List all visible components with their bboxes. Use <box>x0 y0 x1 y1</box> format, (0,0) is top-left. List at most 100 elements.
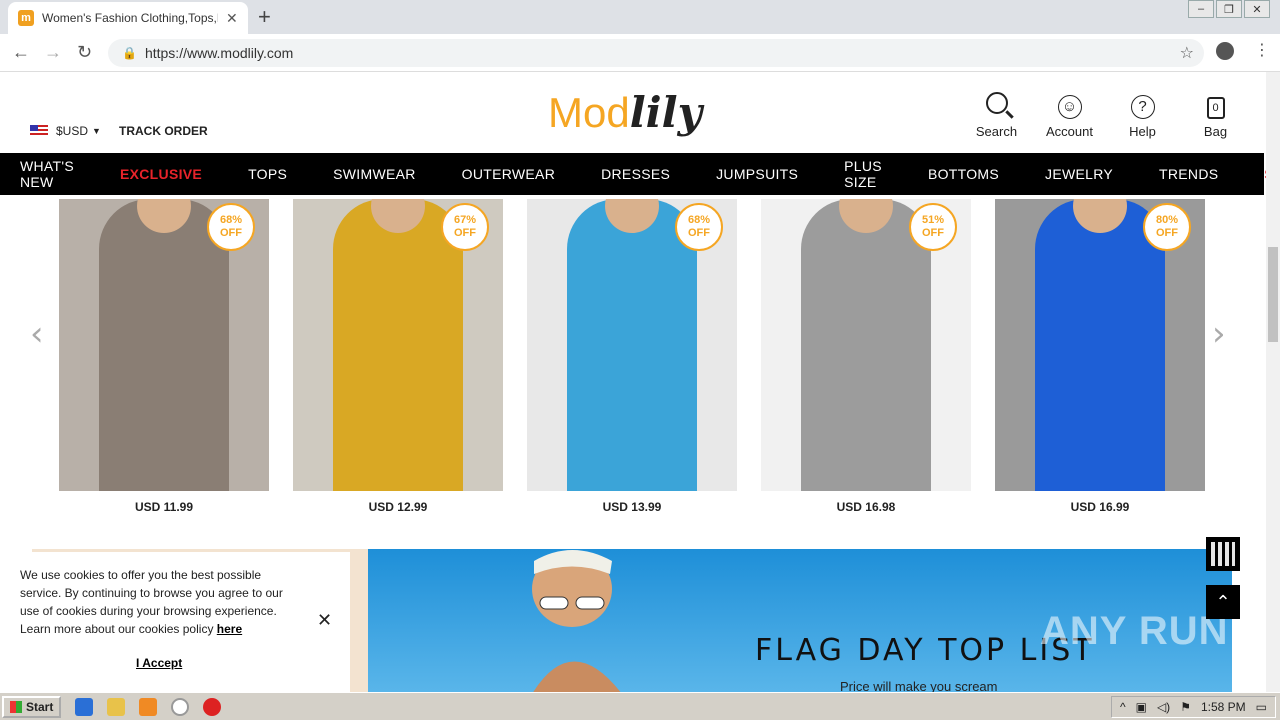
cookie-accept-button[interactable]: I Accept <box>136 656 182 670</box>
currency-selector[interactable]: $USD ▼ <box>30 124 101 138</box>
product-image[interactable]: 68% OFF <box>59 199 269 491</box>
help-icon: ? <box>1130 94 1155 119</box>
discount-percent: 67% <box>453 214 477 226</box>
window-controls: – ❐ ✕ <box>1186 0 1270 18</box>
logo-lily: lily <box>629 88 702 137</box>
browser-menu-icon[interactable]: ⋮ <box>1254 40 1270 60</box>
bag-label: Bag <box>1203 124 1228 139</box>
currency-label: $USD <box>56 124 89 138</box>
caret-down-icon: ▼ <box>92 126 101 136</box>
nav-sale[interactable]: SALE <box>1248 166 1266 182</box>
bag-icon: 0 <box>1206 97 1225 119</box>
nav-jewelry[interactable]: JEWELRY <box>1029 166 1113 182</box>
show-desktop-icon[interactable]: ▭ <box>1256 700 1267 714</box>
minimize-button[interactable]: – <box>1188 0 1214 18</box>
account-button[interactable]: ☺ Account <box>1033 90 1106 139</box>
site-favicon-icon: m <box>18 10 34 26</box>
reload-icon[interactable]: ↻ <box>77 42 92 63</box>
restore-button[interactable]: ❐ <box>1216 0 1242 18</box>
nav-plus-size[interactable]: PLUS SIZE <box>828 158 882 190</box>
header-actions: Search ☺ Account ? Help 0 Bag <box>960 90 1252 139</box>
discount-off: OFF <box>220 227 242 239</box>
flag-tray-icon[interactable]: ⚑ <box>1180 700 1191 714</box>
nav-dresses[interactable]: DRESSES <box>585 166 670 182</box>
product-card[interactable]: 68% OFF USD 13.99 <box>527 199 737 514</box>
modlily-logo[interactable]: Modlily <box>548 88 702 137</box>
product-card[interactable]: 80% OFF USD 16.99 <box>995 199 1205 514</box>
nav-outerwear[interactable]: OUTERWEAR <box>446 166 555 182</box>
search-icon <box>985 92 1008 114</box>
back-to-top-icon[interactable]: ⌃ <box>1206 585 1240 619</box>
media-player-icon[interactable] <box>139 697 158 716</box>
ie-icon[interactable] <box>75 697 94 716</box>
tab-close-icon[interactable]: ✕ <box>226 10 238 27</box>
forward-arrow-icon[interactable]: → <box>44 42 62 63</box>
page-scrollbar[interactable] <box>1266 72 1280 692</box>
account-label: Account <box>1046 124 1093 139</box>
product-card[interactable]: 68% OFF USD 11.99 <box>59 199 269 514</box>
search-button[interactable]: Search <box>960 90 1033 139</box>
cookie-policy-link[interactable]: here <box>217 622 242 636</box>
nav-trends[interactable]: TRENDS <box>1143 166 1218 182</box>
discount-off: OFF <box>688 227 710 239</box>
product-price: USD 13.99 <box>602 500 662 514</box>
help-button[interactable]: ? Help <box>1106 90 1179 139</box>
product-image[interactable]: 68% OFF <box>527 199 737 491</box>
product-garment <box>1035 199 1165 491</box>
discount-percent: 68% <box>219 214 243 226</box>
product-image[interactable]: 51% OFF <box>761 199 971 491</box>
category-nav: WHAT'S NEW EXCLUSIVE TOPS SWIMWEAR OUTERWEAR… <box>0 153 1266 195</box>
scrollbar-thumb[interactable] <box>1268 247 1278 342</box>
profile-avatar-icon[interactable] <box>1216 42 1234 60</box>
bookmark-star-icon[interactable]: ☆ <box>1180 43 1194 63</box>
product-card[interactable]: 67% OFF USD 12.99 <box>293 199 503 514</box>
nav-what-s-new[interactable]: WHAT'S NEW <box>20 158 74 190</box>
product-image[interactable]: 67% OFF <box>293 199 503 491</box>
nav-exclusive[interactable]: EXCLUSIVE <box>104 166 202 182</box>
anyrun-watermark: ANY RUN <box>1040 609 1229 653</box>
banner-subtitle: Price will make you scream <box>840 679 998 692</box>
nav-tops[interactable]: TOPS <box>232 166 287 182</box>
folder-icon[interactable] <box>107 697 126 716</box>
carousel-prev-icon[interactable]: ‹ <box>30 314 44 354</box>
product-garment <box>333 199 463 491</box>
start-label: Start <box>26 699 54 714</box>
help-label: Help <box>1129 124 1156 139</box>
discount-percent: 68% <box>687 214 711 226</box>
tray-arrow-icon[interactable]: ^ <box>1120 700 1126 714</box>
volume-icon[interactable]: ◁) <box>1157 700 1170 714</box>
windows-logo-icon <box>10 700 22 713</box>
start-button[interactable]: Start <box>2 695 62 718</box>
cookie-close-icon[interactable]: ✕ <box>317 610 332 631</box>
product-price: USD 16.99 <box>1070 500 1130 514</box>
system-tray: ^ ▣ ◁) ⚑ 1:58 PM ▭ <box>1110 696 1276 718</box>
network-icon[interactable]: ▣ <box>1136 700 1147 714</box>
qr-code-icon[interactable] <box>1206 537 1240 571</box>
address-bar-row: ← → ↻ 🔒 https://www.modlily.com ☆ <box>0 34 1280 72</box>
webpage: $USD ▼ TRACK ORDER Modlily Search ☺ Acco… <box>0 72 1266 692</box>
chrome-icon[interactable] <box>171 697 190 716</box>
account-icon: ☺ <box>1057 94 1082 119</box>
browser-tab[interactable]: m Women's Fashion Clothing,Tops,Dre ✕ <box>8 2 248 34</box>
nav-bottoms[interactable]: BOTTOMS <box>912 166 999 182</box>
url-field[interactable]: 🔒 https://www.modlily.com ☆ <box>108 39 1204 67</box>
discount-off: OFF <box>1156 227 1178 239</box>
product-image[interactable]: 80% OFF <box>995 199 1205 491</box>
back-arrow-icon[interactable]: ← <box>12 42 30 63</box>
nav-swimwear[interactable]: SWIMWEAR <box>317 166 416 182</box>
stop-icon[interactable] <box>203 697 222 716</box>
product-price: USD 16.98 <box>836 500 896 514</box>
cookie-message: We use cookies to offer you the best pos… <box>20 568 283 636</box>
product-card[interactable]: 51% OFF USD 16.98 <box>761 199 971 514</box>
cookie-consent-popup: We use cookies to offer you the best pos… <box>0 552 350 692</box>
carousel-next-icon[interactable]: › <box>1212 314 1226 354</box>
new-tab-button[interactable]: + <box>258 4 271 30</box>
product-price: USD 11.99 <box>134 500 194 514</box>
product-garment <box>567 199 697 491</box>
nav-jumpsuits[interactable]: JUMPSUITS <box>700 166 798 182</box>
bag-button[interactable]: 0 Bag <box>1179 90 1252 139</box>
discount-percent: 51% <box>921 214 945 226</box>
track-order-link[interactable]: TRACK ORDER <box>119 124 208 138</box>
discount-off: OFF <box>454 227 476 239</box>
close-window-button[interactable]: ✕ <box>1244 0 1270 18</box>
